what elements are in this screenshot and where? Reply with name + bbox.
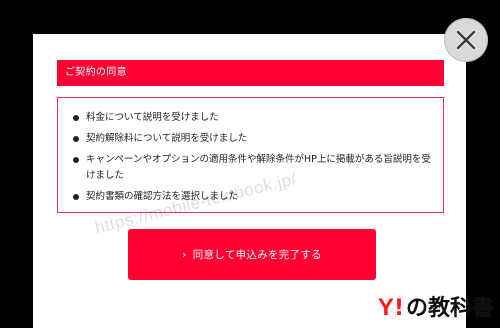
section-title: ご契約の同意	[57, 60, 444, 86]
checklist-item: 契約解除料について説明を受けました	[73, 131, 433, 147]
agree-complete-button[interactable]: › 同意して申込みを完了する	[128, 229, 376, 280]
bullet-icon	[73, 157, 79, 163]
checklist-item-text: 料金について説明を受けました	[86, 112, 219, 123]
agreement-checklist: 料金について説明を受けました 契約解除料について説明を受けました キャンペーンや…	[73, 110, 433, 205]
agreement-checklist-box: 料金について説明を受けました 契約解除料について説明を受けました キャンペーンや…	[57, 97, 444, 213]
checklist-item-text: 契約書類の確認方法を選択しました	[86, 191, 239, 202]
close-button[interactable]	[444, 18, 488, 62]
checklist-item: キャンペーンやオプションの適用条件や解除条件がHP上に掲載がある旨説明を受けまし…	[73, 152, 433, 184]
bullet-icon	[73, 194, 79, 200]
checklist-item-text: キャンペーンやオプションの適用条件や解除条件がHP上に掲載がある旨説明を受けまし…	[86, 154, 431, 181]
agree-complete-button-label: 同意して申込みを完了する	[192, 249, 322, 261]
checklist-item: 契約書類の確認方法を選択しました	[73, 189, 433, 205]
bullet-icon	[73, 136, 79, 142]
checklist-item-text: 契約解除料について説明を受けました	[86, 133, 248, 144]
checklist-item: 料金について説明を受けました	[73, 110, 433, 126]
chevron-right-icon: ›	[182, 248, 187, 261]
bullet-icon	[73, 115, 79, 121]
modal-overlay: ご契約の同意 料金について説明を受けました 契約解除料について説明を受けました …	[0, 0, 500, 328]
close-icon	[456, 30, 476, 50]
agreement-modal: ご契約の同意 料金について説明を受けました 契約解除料について説明を受けました …	[33, 34, 466, 328]
